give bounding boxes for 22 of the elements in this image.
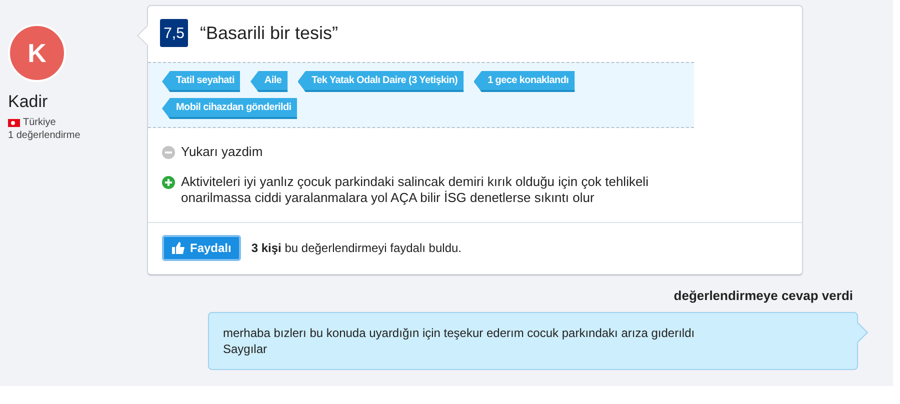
tag: Tek Yatak Odalı Daire (3 Yetişkin) [298,71,464,92]
review-count: 1 değerlendirme [8,130,80,141]
reply-heading: değerlendirmeye cevap verdi [674,288,853,303]
avatar: K [8,24,66,82]
tag: Tatil seyahati [162,71,240,92]
reply-text: Saygılar [223,341,268,357]
tag: Mobil cihazdan gönderildi [162,98,298,119]
helpful-count-text: 3 kişi bu değerlendirmeyi faydalı buldu. [251,241,462,255]
helpful-button[interactable]: Faydalı [162,235,242,261]
comment-text: Aktiviteleri iyi yanlız çocuk parkindaki salincak demiri kırık olduğu için çok tehlikeli onarilmassa ciddi yaralanmalara yol AÇA bilir İSG denetlerse sıkıntı olur [181,174,650,206]
plus-icon [162,176,175,189]
tag: Aile [250,71,288,92]
reply-text: merhaba bızlerı bu konuda uyardığın için teşekur ederım cocuk parkındakı arıza gıderıldı [223,325,696,341]
flag-icon [8,118,20,126]
tag: 1 gece konaklandı [474,71,575,92]
minus-icon [162,146,175,159]
reviewer-country: Türkiye [23,117,56,128]
score-badge: 7,5 [160,19,188,47]
reviewer-name: Kadir [8,92,49,112]
comment-text: Yukarı yazdim [181,144,263,160]
review-title: “Basarili bir tesis” [200,22,338,44]
thumbs-up-icon [172,242,185,254]
